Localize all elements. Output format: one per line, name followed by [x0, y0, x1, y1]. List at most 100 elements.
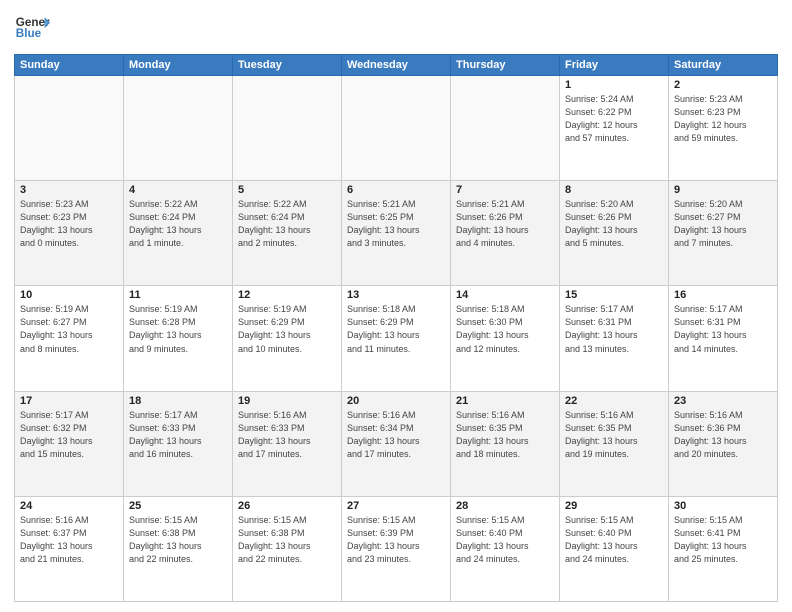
day-info: Sunrise: 5:16 AM Sunset: 6:35 PM Dayligh…: [565, 409, 663, 461]
day-info: Sunrise: 5:15 AM Sunset: 6:40 PM Dayligh…: [565, 514, 663, 566]
day-number: 3: [20, 184, 118, 196]
weekday-monday: Monday: [124, 55, 233, 76]
weekday-sunday: Sunday: [15, 55, 124, 76]
page: General Blue SundayMondayTuesdayWednesda…: [0, 0, 792, 612]
calendar-cell: 20Sunrise: 5:16 AM Sunset: 6:34 PM Dayli…: [342, 391, 451, 496]
week-row-4: 17Sunrise: 5:17 AM Sunset: 6:32 PM Dayli…: [15, 391, 778, 496]
day-info: Sunrise: 5:21 AM Sunset: 6:25 PM Dayligh…: [347, 198, 445, 250]
calendar-cell: 24Sunrise: 5:16 AM Sunset: 6:37 PM Dayli…: [15, 496, 124, 601]
calendar-cell: 17Sunrise: 5:17 AM Sunset: 6:32 PM Dayli…: [15, 391, 124, 496]
calendar-cell: 7Sunrise: 5:21 AM Sunset: 6:26 PM Daylig…: [451, 181, 560, 286]
calendar-cell: 12 Sunrise: 5:19 AM Sunset: 6:29 PM Dayli…: [233, 286, 342, 391]
calendar-cell: 3Sunrise: 5:23 AM Sunset: 6:23 PM Daylig…: [15, 181, 124, 286]
calendar-cell: 1Sunrise: 5:24 AM Sunset: 6:22 PM Daylig…: [560, 76, 669, 181]
day-number: 6: [347, 184, 445, 196]
logo-icon: General Blue: [14, 10, 50, 46]
day-number: 30: [674, 500, 772, 512]
day-number: 9: [674, 184, 772, 196]
week-row-5: 24Sunrise: 5:16 AM Sunset: 6:37 PM Dayli…: [15, 496, 778, 601]
calendar-cell: 4Sunrise: 5:22 AM Sunset: 6:24 PM Daylig…: [124, 181, 233, 286]
calendar-cell: 19 Sunrise: 5:16 AM Sunset: 6:33 PM Dayli…: [233, 391, 342, 496]
day-info: Sunrise: 5:21 AM Sunset: 6:26 PM Dayligh…: [456, 198, 554, 250]
calendar-cell: 22 Sunrise: 5:16 AM Sunset: 6:35 PM Dayli…: [560, 391, 669, 496]
day-number: 15: [565, 289, 663, 301]
calendar-cell: 26Sunrise: 5:15 AM Sunset: 6:38 PM Dayli…: [233, 496, 342, 601]
day-info: Sunrise: 5:15 AM Sunset: 6:38 PM Dayligh…: [238, 514, 336, 566]
day-info: Sunrise: 5:22 AM Sunset: 6:24 PM Dayligh…: [238, 198, 336, 250]
day-number: 23: [674, 395, 772, 407]
calendar-cell: [342, 76, 451, 181]
day-info: Sunrise: 5:23 AM Sunset: 6:23 PM Dayligh…: [674, 93, 772, 145]
weekday-wednesday: Wednesday: [342, 55, 451, 76]
day-info: Sunrise: 5:17 AM Sunset: 6:31 PM Dayligh…: [674, 303, 772, 355]
calendar-cell: 6 Sunrise: 5:21 AM Sunset: 6:25 PM Daylig…: [342, 181, 451, 286]
day-number: 5: [238, 184, 336, 196]
day-number: 12: [238, 289, 336, 301]
calendar-cell: 15 Sunrise: 5:17 AM Sunset: 6:31 PM Dayli…: [560, 286, 669, 391]
day-number: 22: [565, 395, 663, 407]
day-number: 8: [565, 184, 663, 196]
day-number: 27: [347, 500, 445, 512]
day-info: Sunrise: 5:16 AM Sunset: 6:33 PM Dayligh…: [238, 409, 336, 461]
day-info: Sunrise: 5:20 AM Sunset: 6:27 PM Dayligh…: [674, 198, 772, 250]
day-info: Sunrise: 5:24 AM Sunset: 6:22 PM Dayligh…: [565, 93, 663, 145]
calendar-cell: 23 Sunrise: 5:16 AM Sunset: 6:36 PM Dayli…: [669, 391, 778, 496]
svg-text:Blue: Blue: [16, 27, 42, 40]
week-row-3: 10 Sunrise: 5:19 AM Sunset: 6:27 PM Dayli…: [15, 286, 778, 391]
logo: General Blue: [14, 10, 50, 46]
calendar-cell: 18Sunrise: 5:17 AM Sunset: 6:33 PM Dayli…: [124, 391, 233, 496]
weekday-friday: Friday: [560, 55, 669, 76]
calendar-cell: 13 Sunrise: 5:18 AM Sunset: 6:29 PM Dayli…: [342, 286, 451, 391]
day-number: 16: [674, 289, 772, 301]
day-info: Sunrise: 5:19 AM Sunset: 6:28 PM Dayligh…: [129, 303, 227, 355]
day-number: 24: [20, 500, 118, 512]
day-info: Sunrise: 5:20 AM Sunset: 6:26 PM Dayligh…: [565, 198, 663, 250]
calendar-cell: [233, 76, 342, 181]
weekday-header-row: SundayMondayTuesdayWednesdayThursdayFrid…: [15, 55, 778, 76]
day-info: Sunrise: 5:18 AM Sunset: 6:30 PM Dayligh…: [456, 303, 554, 355]
day-info: Sunrise: 5:17 AM Sunset: 6:32 PM Dayligh…: [20, 409, 118, 461]
calendar-cell: 8 Sunrise: 5:20 AM Sunset: 6:26 PM Daylig…: [560, 181, 669, 286]
day-number: 18: [129, 395, 227, 407]
day-number: 29: [565, 500, 663, 512]
calendar-cell: 10 Sunrise: 5:19 AM Sunset: 6:27 PM Dayli…: [15, 286, 124, 391]
week-row-2: 3Sunrise: 5:23 AM Sunset: 6:23 PM Daylig…: [15, 181, 778, 286]
day-info: Sunrise: 5:22 AM Sunset: 6:24 PM Dayligh…: [129, 198, 227, 250]
week-row-1: 1Sunrise: 5:24 AM Sunset: 6:22 PM Daylig…: [15, 76, 778, 181]
calendar-cell: 30 Sunrise: 5:15 AM Sunset: 6:41 PM Dayli…: [669, 496, 778, 601]
calendar-cell: [15, 76, 124, 181]
calendar-cell: 2 Sunrise: 5:23 AM Sunset: 6:23 PM Daylig…: [669, 76, 778, 181]
day-info: Sunrise: 5:18 AM Sunset: 6:29 PM Dayligh…: [347, 303, 445, 355]
calendar-cell: [451, 76, 560, 181]
calendar-cell: 25Sunrise: 5:15 AM Sunset: 6:38 PM Dayli…: [124, 496, 233, 601]
day-info: Sunrise: 5:17 AM Sunset: 6:31 PM Dayligh…: [565, 303, 663, 355]
day-number: 19: [238, 395, 336, 407]
day-number: 10: [20, 289, 118, 301]
day-number: 13: [347, 289, 445, 301]
day-info: Sunrise: 5:19 AM Sunset: 6:29 PM Dayligh…: [238, 303, 336, 355]
day-info: Sunrise: 5:15 AM Sunset: 6:41 PM Dayligh…: [674, 514, 772, 566]
day-info: Sunrise: 5:16 AM Sunset: 6:34 PM Dayligh…: [347, 409, 445, 461]
day-info: Sunrise: 5:15 AM Sunset: 6:39 PM Dayligh…: [347, 514, 445, 566]
day-info: Sunrise: 5:16 AM Sunset: 6:35 PM Dayligh…: [456, 409, 554, 461]
day-number: 2: [674, 79, 772, 91]
calendar-cell: 28 Sunrise: 5:15 AM Sunset: 6:40 PM Dayli…: [451, 496, 560, 601]
day-number: 14: [456, 289, 554, 301]
calendar-cell: 14 Sunrise: 5:18 AM Sunset: 6:30 PM Dayli…: [451, 286, 560, 391]
calendar-cell: 27 Sunrise: 5:15 AM Sunset: 6:39 PM Dayli…: [342, 496, 451, 601]
day-number: 21: [456, 395, 554, 407]
day-info: Sunrise: 5:15 AM Sunset: 6:40 PM Dayligh…: [456, 514, 554, 566]
weekday-tuesday: Tuesday: [233, 55, 342, 76]
calendar-cell: 21 Sunrise: 5:16 AM Sunset: 6:35 PM Dayli…: [451, 391, 560, 496]
day-number: 28: [456, 500, 554, 512]
calendar-cell: 11 Sunrise: 5:19 AM Sunset: 6:28 PM Dayli…: [124, 286, 233, 391]
weekday-saturday: Saturday: [669, 55, 778, 76]
day-number: 11: [129, 289, 227, 301]
weekday-thursday: Thursday: [451, 55, 560, 76]
calendar-cell: 16 Sunrise: 5:17 AM Sunset: 6:31 PM Dayli…: [669, 286, 778, 391]
day-info: Sunrise: 5:19 AM Sunset: 6:27 PM Dayligh…: [20, 303, 118, 355]
calendar-cell: 9 Sunrise: 5:20 AM Sunset: 6:27 PM Daylig…: [669, 181, 778, 286]
day-info: Sunrise: 5:15 AM Sunset: 6:38 PM Dayligh…: [129, 514, 227, 566]
day-info: Sunrise: 5:16 AM Sunset: 6:36 PM Dayligh…: [674, 409, 772, 461]
calendar-cell: [124, 76, 233, 181]
